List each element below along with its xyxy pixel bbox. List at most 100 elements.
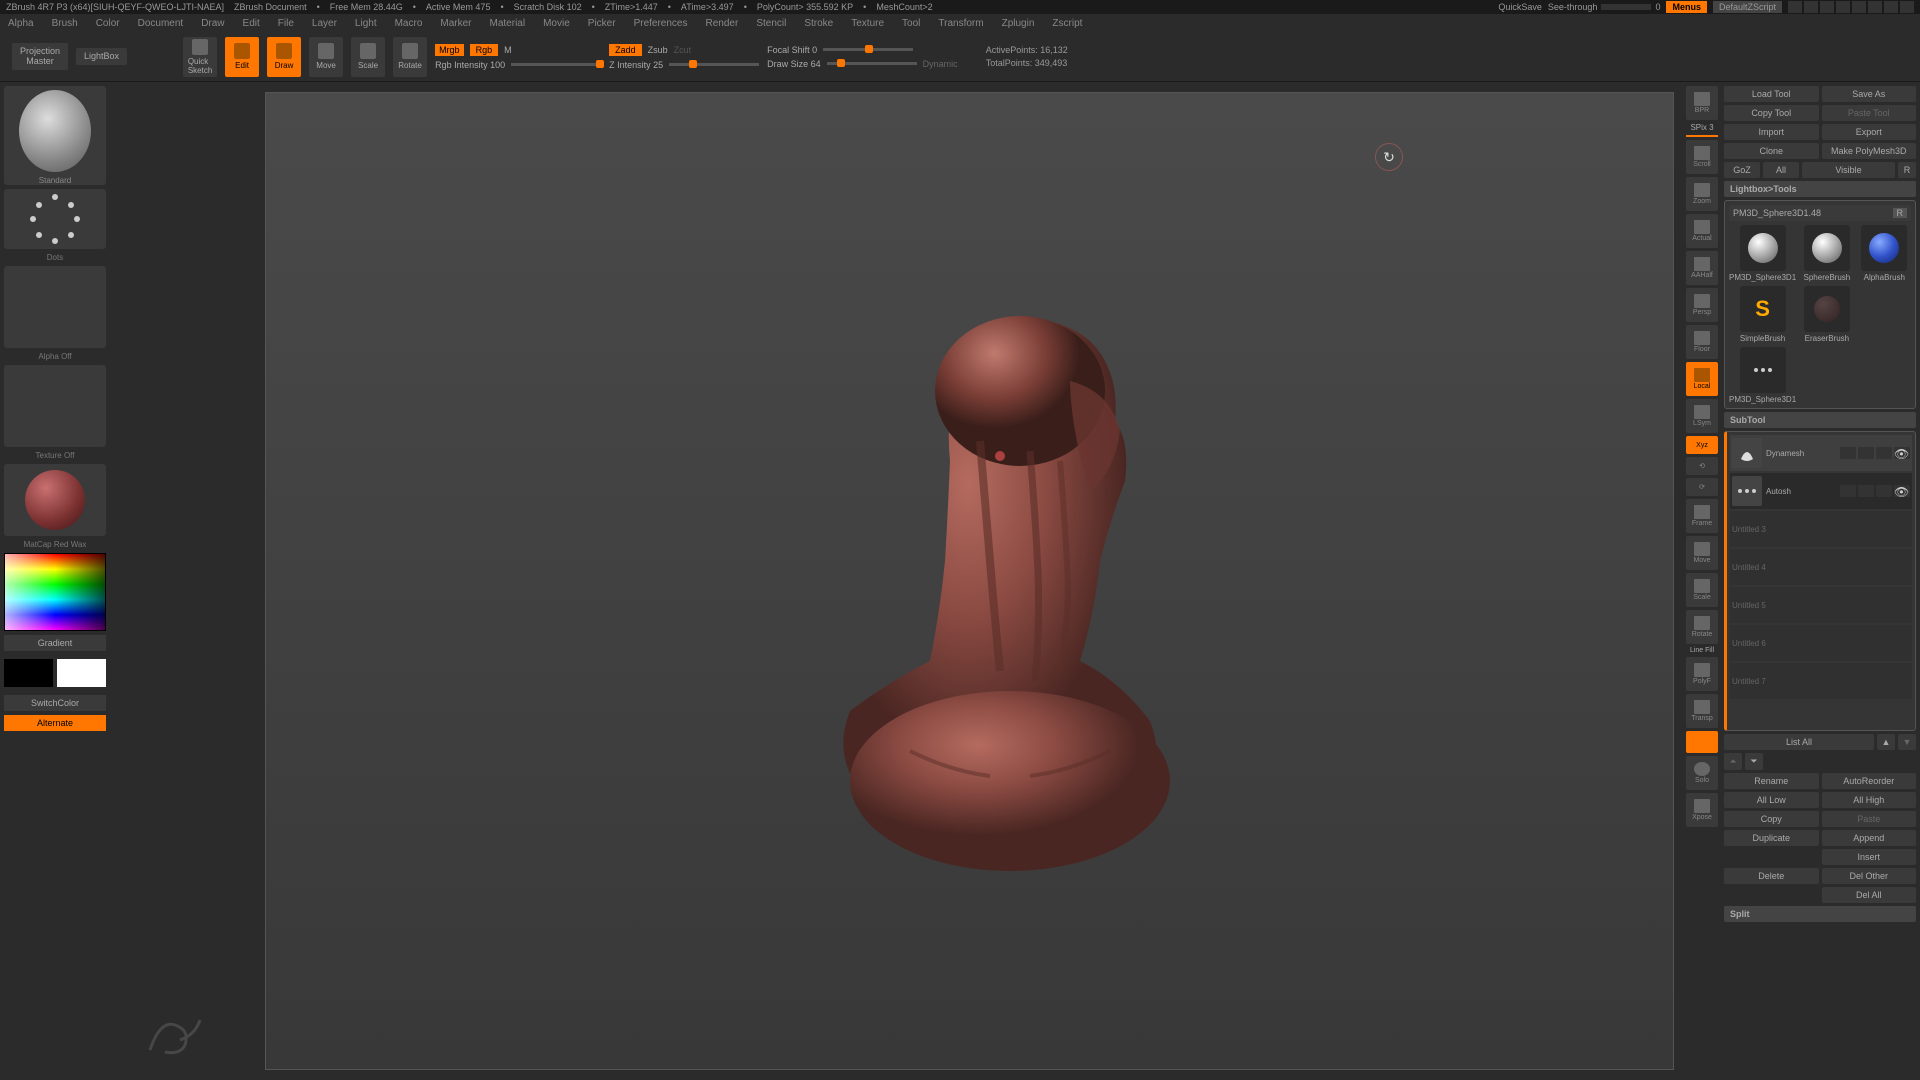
load-tool-button[interactable]: Load Tool bbox=[1724, 86, 1819, 102]
xyz-button[interactable]: Xyz bbox=[1686, 436, 1718, 454]
aahalf-button[interactable]: AAHalf bbox=[1686, 251, 1718, 285]
menu-stencil[interactable]: Stencil bbox=[756, 18, 786, 29]
menu-edit[interactable]: Edit bbox=[243, 18, 260, 29]
goz-button[interactable]: GoZ bbox=[1724, 162, 1760, 178]
copy-tool-button[interactable]: Copy Tool bbox=[1724, 105, 1819, 121]
color-picker[interactable] bbox=[4, 553, 106, 631]
texture-selector[interactable] bbox=[4, 365, 106, 447]
all-high-button[interactable]: All High bbox=[1822, 792, 1917, 808]
viewport[interactable] bbox=[265, 92, 1674, 1070]
move-button[interactable]: Move bbox=[309, 37, 343, 77]
rotate-nav-button[interactable]: Rotate bbox=[1686, 610, 1718, 644]
menu-texture[interactable]: Texture bbox=[851, 18, 884, 29]
bpr-button[interactable]: BPR bbox=[1686, 86, 1718, 120]
insert-button[interactable]: Insert bbox=[1822, 849, 1917, 865]
switch-color-button[interactable]: SwitchColor bbox=[4, 695, 106, 711]
lsym-button[interactable]: LSym bbox=[1686, 399, 1718, 433]
alternate-button[interactable]: Alternate bbox=[4, 715, 106, 731]
move-nav-button[interactable]: Move bbox=[1686, 536, 1718, 570]
solo-button[interactable]: Solo bbox=[1686, 756, 1718, 790]
subtool-row[interactable]: Dynamesh 👁 bbox=[1730, 435, 1912, 471]
local-button[interactable]: Local bbox=[1686, 362, 1718, 396]
xpose-button[interactable]: Xpose bbox=[1686, 793, 1718, 827]
rename-button[interactable]: Rename bbox=[1724, 773, 1819, 789]
transp-button[interactable]: Transp bbox=[1686, 694, 1718, 728]
window-controls[interactable] bbox=[1788, 1, 1914, 13]
tool-thumb-current[interactable]: PM3D_Sphere3D1 bbox=[1729, 225, 1796, 282]
menu-document[interactable]: Document bbox=[138, 18, 184, 29]
export-button[interactable]: Export bbox=[1822, 124, 1917, 140]
quicksave-button[interactable]: QuickSave bbox=[1498, 2, 1542, 12]
tool-thumb-eraser[interactable]: EraserBrush bbox=[1800, 286, 1853, 343]
menu-brush[interactable]: Brush bbox=[52, 18, 78, 29]
menu-light[interactable]: Light bbox=[355, 18, 377, 29]
delete-button[interactable]: Delete bbox=[1724, 868, 1819, 884]
projection-master-button[interactable]: Projection Master bbox=[12, 43, 68, 71]
see-through-slider[interactable]: See-through 0 bbox=[1548, 2, 1661, 12]
menu-draw[interactable]: Draw bbox=[201, 18, 224, 29]
polyf-button[interactable]: PolyF bbox=[1686, 657, 1718, 691]
draw-size-slider[interactable]: Draw Size 64 bbox=[767, 59, 821, 69]
floor-button[interactable]: Floor bbox=[1686, 325, 1718, 359]
menu-zplugin[interactable]: Zplugin bbox=[1002, 18, 1035, 29]
edit-button[interactable]: Edit bbox=[225, 37, 259, 77]
import-button[interactable]: Import bbox=[1724, 124, 1819, 140]
gradient-toggle[interactable]: Gradient bbox=[4, 635, 106, 651]
persp-button[interactable]: Persp bbox=[1686, 288, 1718, 322]
menu-color[interactable]: Color bbox=[96, 18, 120, 29]
menu-zscript[interactable]: Zscript bbox=[1052, 18, 1082, 29]
menu-file[interactable]: File bbox=[278, 18, 294, 29]
brush-selector[interactable]: Standard bbox=[4, 86, 106, 185]
stroke-selector[interactable] bbox=[4, 189, 106, 249]
tool-thumb-simple[interactable]: SSimpleBrush bbox=[1729, 286, 1796, 343]
make-polymesh-button[interactable]: Make PolyMesh3D bbox=[1822, 143, 1917, 159]
secondary-color[interactable] bbox=[4, 659, 53, 687]
copy-button[interactable]: Copy bbox=[1724, 811, 1819, 827]
menu-stroke[interactable]: Stroke bbox=[804, 18, 833, 29]
draw-button[interactable]: Draw bbox=[267, 37, 301, 77]
quick-sketch-button[interactable]: Quick Sketch bbox=[183, 37, 217, 77]
scale-nav-button[interactable]: Scale bbox=[1686, 573, 1718, 607]
all-low-button[interactable]: All Low bbox=[1724, 792, 1819, 808]
clone-button[interactable]: Clone bbox=[1724, 143, 1819, 159]
menu-marker[interactable]: Marker bbox=[440, 18, 471, 29]
menu-layer[interactable]: Layer bbox=[312, 18, 337, 29]
subtool-row[interactable]: Autosh 👁 bbox=[1730, 473, 1912, 509]
menu-material[interactable]: Material bbox=[490, 18, 526, 29]
primary-color[interactable] bbox=[57, 659, 106, 687]
tool-thumb-alpha[interactable]: AlphaBrush bbox=[1858, 225, 1911, 282]
subtool-header[interactable]: SubTool bbox=[1724, 412, 1916, 428]
autoreorder-button[interactable]: AutoReorder bbox=[1822, 773, 1917, 789]
menu-tool[interactable]: Tool bbox=[902, 18, 920, 29]
material-selector[interactable] bbox=[4, 464, 106, 536]
append-button[interactable]: Append bbox=[1822, 830, 1917, 846]
scroll-button[interactable]: Scroll bbox=[1686, 140, 1718, 174]
frame-button[interactable]: Frame bbox=[1686, 499, 1718, 533]
default-script-button[interactable]: DefaultZScript bbox=[1713, 1, 1782, 13]
save-as-button[interactable]: Save As bbox=[1822, 86, 1917, 102]
tool-thumb-pm3d[interactable]: PM3D_Sphere3D1 bbox=[1729, 347, 1796, 404]
rotate-button[interactable]: Rotate bbox=[393, 37, 427, 77]
focal-shift-slider[interactable]: Focal Shift 0 bbox=[767, 45, 817, 55]
duplicate-button[interactable]: Duplicate bbox=[1724, 830, 1819, 846]
split-header[interactable]: Split bbox=[1724, 906, 1916, 922]
zoom-button[interactable]: Zoom bbox=[1686, 177, 1718, 211]
tool-thumb-sphere[interactable]: SphereBrush bbox=[1800, 225, 1853, 282]
rot-z-icon[interactable]: ⟳ bbox=[1686, 478, 1718, 496]
menus-button[interactable]: Menus bbox=[1666, 1, 1707, 13]
menu-movie[interactable]: Movie bbox=[543, 18, 570, 29]
actual-button[interactable]: Actual bbox=[1686, 214, 1718, 248]
menu-transform[interactable]: Transform bbox=[938, 18, 983, 29]
rgb-toggle[interactable]: Rgb bbox=[470, 44, 499, 56]
menu-render[interactable]: Render bbox=[706, 18, 739, 29]
scale-button[interactable]: Scale bbox=[351, 37, 385, 77]
menu-macro[interactable]: Macro bbox=[395, 18, 423, 29]
alpha-selector[interactable] bbox=[4, 266, 106, 348]
rgb-intensity-slider[interactable]: Rgb Intensity 100 bbox=[435, 60, 505, 70]
del-all-button[interactable]: Del All bbox=[1822, 887, 1917, 903]
rot-y-icon[interactable]: ⟲ bbox=[1686, 457, 1718, 475]
up-arrow-icon[interactable]: ▲ bbox=[1877, 734, 1895, 750]
zadd-toggle[interactable]: Zadd bbox=[609, 44, 642, 56]
del-other-button[interactable]: Del Other bbox=[1822, 868, 1917, 884]
lightbox-tools-header[interactable]: Lightbox>Tools bbox=[1724, 181, 1916, 197]
